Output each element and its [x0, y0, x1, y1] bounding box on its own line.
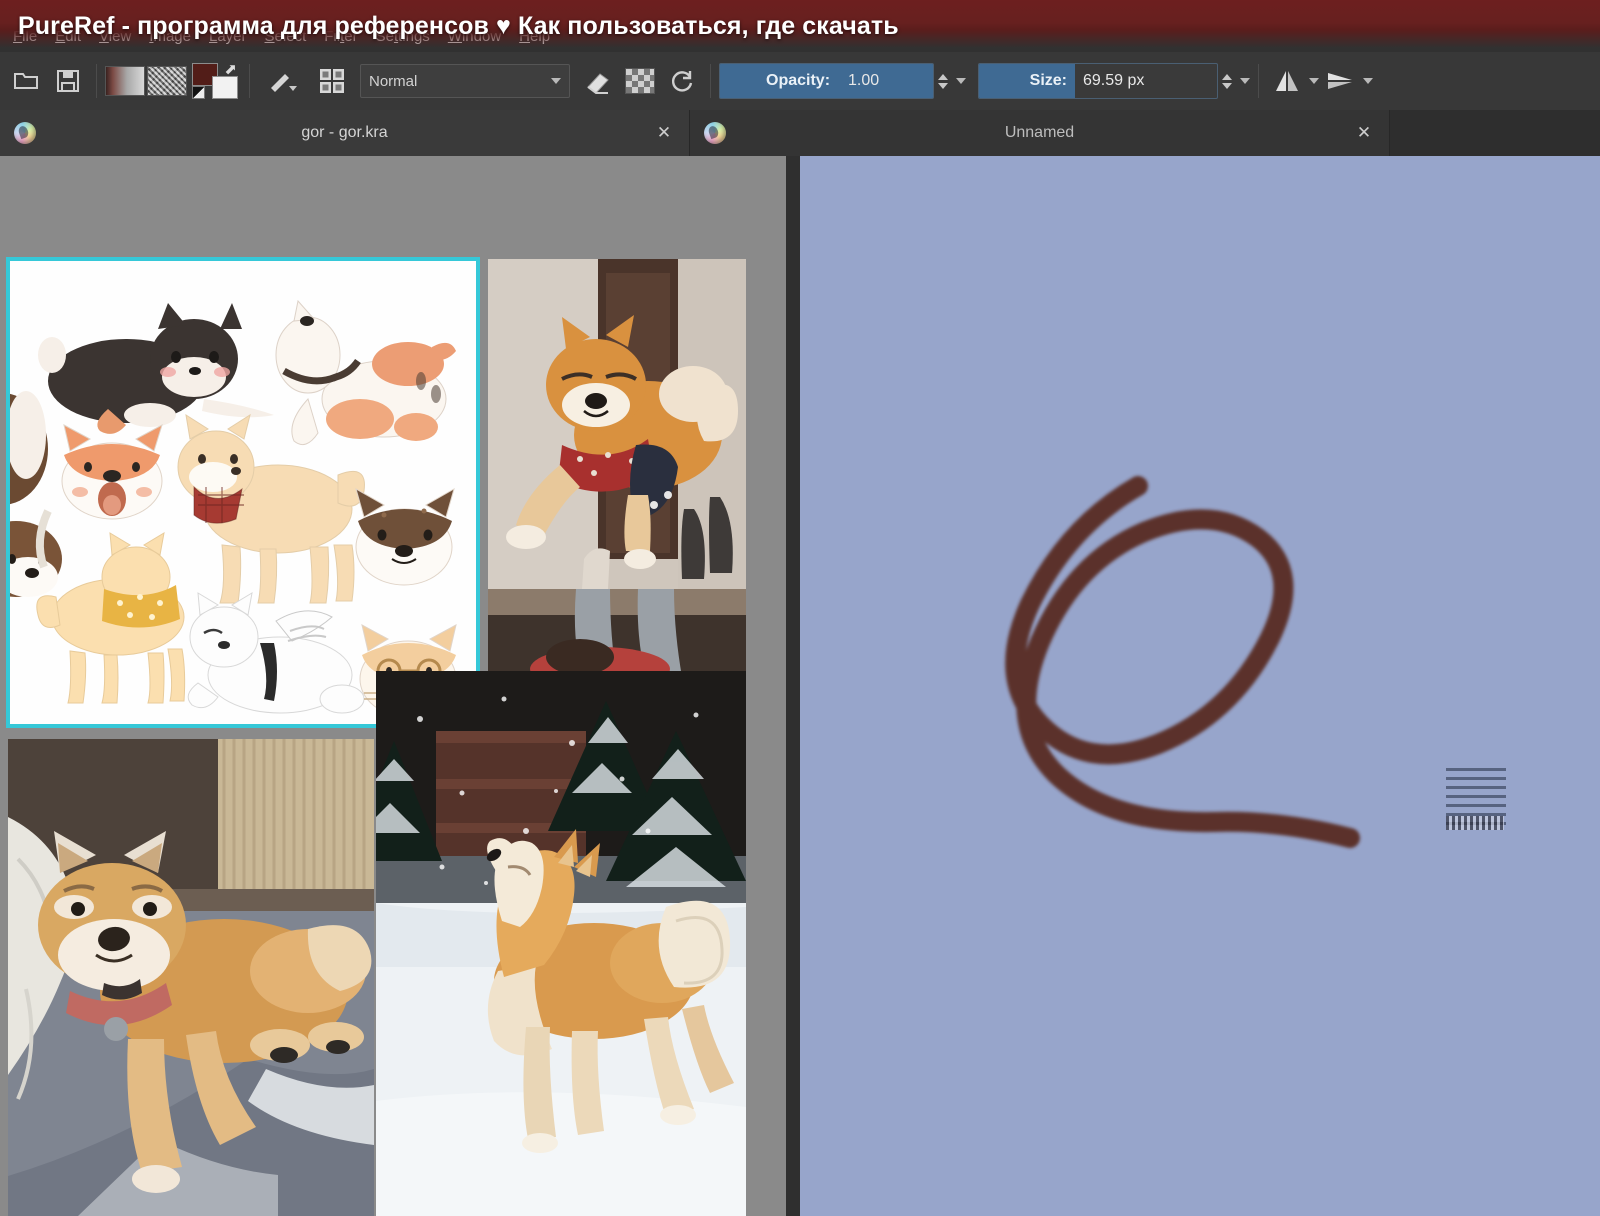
opacity-options-chevron-icon[interactable] [956, 78, 966, 84]
video-title-text: PureRef - программа для референсов ♥ Как… [18, 12, 899, 40]
mirror-vertical-icon[interactable] [1321, 61, 1361, 101]
brush-preset-icon[interactable] [258, 61, 310, 101]
reference-shiba-sticker-sheet[interactable] [6, 257, 480, 728]
brush-presets-grid-icon[interactable] [312, 61, 352, 101]
swap-colors-icon[interactable]: ⬈ [224, 62, 237, 77]
opacity-label: Opacity: [766, 72, 831, 89]
work-area [0, 156, 1600, 1216]
krita-canvas[interactable] [800, 156, 1600, 1216]
mirror-horizontal-icon[interactable] [1267, 61, 1307, 101]
toolbar-separator-3 [710, 64, 711, 98]
pattern-swatch[interactable] [147, 61, 187, 101]
document-tab-gor[interactable]: gor - gor.kra ✕ [0, 110, 690, 156]
size-stepper[interactable] [1222, 73, 1236, 89]
color-selector[interactable]: ⬈ [189, 61, 241, 101]
size-label: Size: [979, 64, 1075, 98]
reference-shiba-lifted-photo[interactable] [488, 259, 746, 677]
eraser-icon[interactable] [578, 61, 618, 101]
reset-colors-icon[interactable] [192, 86, 205, 99]
open-folder-icon[interactable] [6, 61, 46, 101]
size-value: 69.59 px [1083, 72, 1145, 89]
brush-stroke [1005, 476, 1360, 848]
document-tab-unnamed[interactable]: Unnamed ✕ [690, 110, 1390, 156]
opacity-field[interactable]: Opacity: 1.00 [719, 63, 934, 99]
krita-application-window: Unnamed * - Krita File Edit View Image L… [0, 0, 1600, 1216]
mirror-vertical-chevron-icon[interactable] [1363, 78, 1373, 84]
shiba-sticker-sheet-art [8, 259, 478, 726]
close-icon[interactable]: ✕ [1353, 123, 1375, 143]
blend-mode-value: Normal [369, 72, 418, 90]
pureref-window[interactable] [0, 156, 786, 1216]
krita-logo-icon [14, 122, 36, 144]
main-toolbar: ⬈ Normal Opacity: 1.00 Size: 69.59 px [0, 52, 1600, 110]
document-tab-unnamed-label: Unnamed [1004, 124, 1075, 141]
shiba-on-bed-photo-art [8, 739, 374, 1216]
hatch-marks [1446, 768, 1506, 830]
reference-shiba-on-bed-photo[interactable] [8, 739, 374, 1216]
toolbar-separator-4 [1258, 64, 1259, 98]
shiba-lifted-photo-art [488, 259, 746, 677]
mirror-horizontal-chevron-icon[interactable] [1309, 78, 1319, 84]
toolbar-separator-1 [96, 64, 97, 98]
document-tab-gor-label: gor - gor.kra [301, 124, 388, 141]
toolbar-separator-2 [249, 64, 250, 98]
preserve-alpha-checker-icon[interactable] [620, 61, 660, 101]
shiba-in-snow-photo-art [376, 671, 746, 1216]
size-field[interactable]: Size: 69.59 px [978, 63, 1218, 99]
blend-mode-dropdown[interactable]: Normal [360, 64, 570, 98]
krita-logo-icon [704, 122, 726, 144]
reload-preset-icon[interactable] [662, 61, 702, 101]
save-disk-icon[interactable] [48, 61, 88, 101]
opacity-stepper[interactable] [938, 73, 952, 89]
chevron-down-icon [551, 78, 561, 84]
gradient-swatch[interactable] [105, 61, 145, 101]
background-color-swatch[interactable] [212, 76, 238, 99]
opacity-value: 1.00 [848, 72, 880, 89]
close-icon[interactable]: ✕ [653, 123, 675, 143]
size-options-chevron-icon[interactable] [1240, 78, 1250, 84]
reference-shiba-in-snow-photo[interactable] [376, 671, 746, 1216]
document-tab-bar: gor - gor.kra ✕ Unnamed ✕ [0, 110, 1600, 156]
